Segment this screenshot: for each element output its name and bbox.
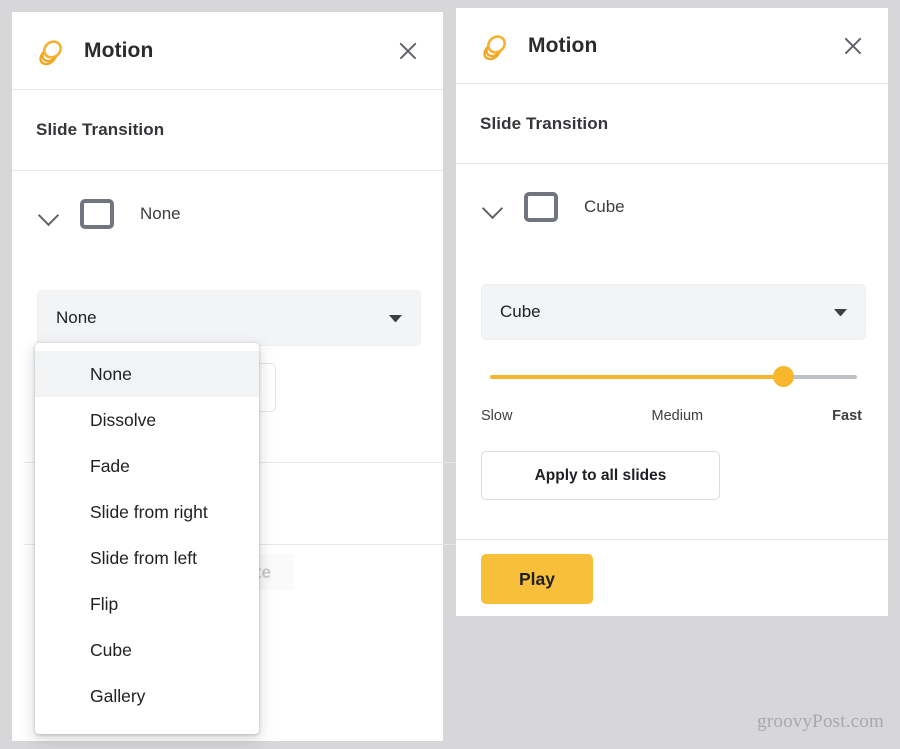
slider-fill <box>490 375 784 379</box>
close-icon[interactable] <box>395 38 421 64</box>
motion-stack-icon <box>36 36 66 66</box>
caret-down-icon <box>834 308 847 316</box>
transition-row-left: None <box>12 171 443 229</box>
apply-to-all-slides-button[interactable]: Apply to all slides <box>481 451 720 500</box>
slide-thumbnail-icon <box>524 192 558 222</box>
slider-scale-labels: Slow Medium Fast <box>481 408 862 424</box>
chevron-down-icon[interactable] <box>36 201 62 227</box>
panel-divider <box>456 539 888 540</box>
close-icon[interactable] <box>840 33 866 59</box>
section-heading-slide-transition: Slide Transition <box>12 90 443 171</box>
menu-item-gallery[interactable]: Gallery <box>35 673 259 719</box>
menu-item-flip[interactable]: Flip <box>35 581 259 627</box>
transition-current-label: None <box>140 204 181 223</box>
slide-thumbnail-icon <box>80 199 114 229</box>
panel-header-right: Motion <box>456 8 888 84</box>
motion-stack-icon <box>480 31 510 61</box>
transition-select-value-left: None <box>56 308 97 327</box>
watermark: groovyPost.com <box>757 711 884 732</box>
menu-item-none[interactable]: None <box>35 351 259 397</box>
panel-header-left: Motion <box>12 12 443 90</box>
menu-item-slide-from-right[interactable]: Slide from right <box>35 489 259 535</box>
menu-item-fade[interactable]: Fade <box>35 443 259 489</box>
transition-row-right: Cube <box>456 164 888 222</box>
slider-label-fast: Fast <box>832 408 862 424</box>
page-title: Motion <box>84 38 154 62</box>
transition-dropdown-menu[interactable]: None Dissolve Fade Slide from right Slid… <box>35 343 259 734</box>
transition-speed-slider[interactable] <box>481 360 866 394</box>
menu-item-cube[interactable]: Cube <box>35 627 259 673</box>
caret-down-icon <box>389 314 402 322</box>
menu-item-dissolve[interactable]: Dissolve <box>35 397 259 443</box>
slider-label-slow: Slow <box>481 408 513 424</box>
slider-thumb[interactable] <box>773 366 795 387</box>
slider-label-medium: Medium <box>651 408 704 424</box>
transition-select-left[interactable]: None <box>37 290 421 346</box>
transition-select-value-right: Cube <box>500 302 541 321</box>
play-button[interactable]: Play <box>481 554 593 604</box>
menu-item-slide-from-left[interactable]: Slide from left <box>35 535 259 581</box>
transition-select-right[interactable]: Cube <box>481 284 866 340</box>
section-heading-slide-transition: Slide Transition <box>456 84 888 164</box>
transition-current-label: Cube <box>584 197 625 216</box>
page-title: Motion <box>528 33 598 57</box>
chevron-down-icon[interactable] <box>480 194 506 220</box>
